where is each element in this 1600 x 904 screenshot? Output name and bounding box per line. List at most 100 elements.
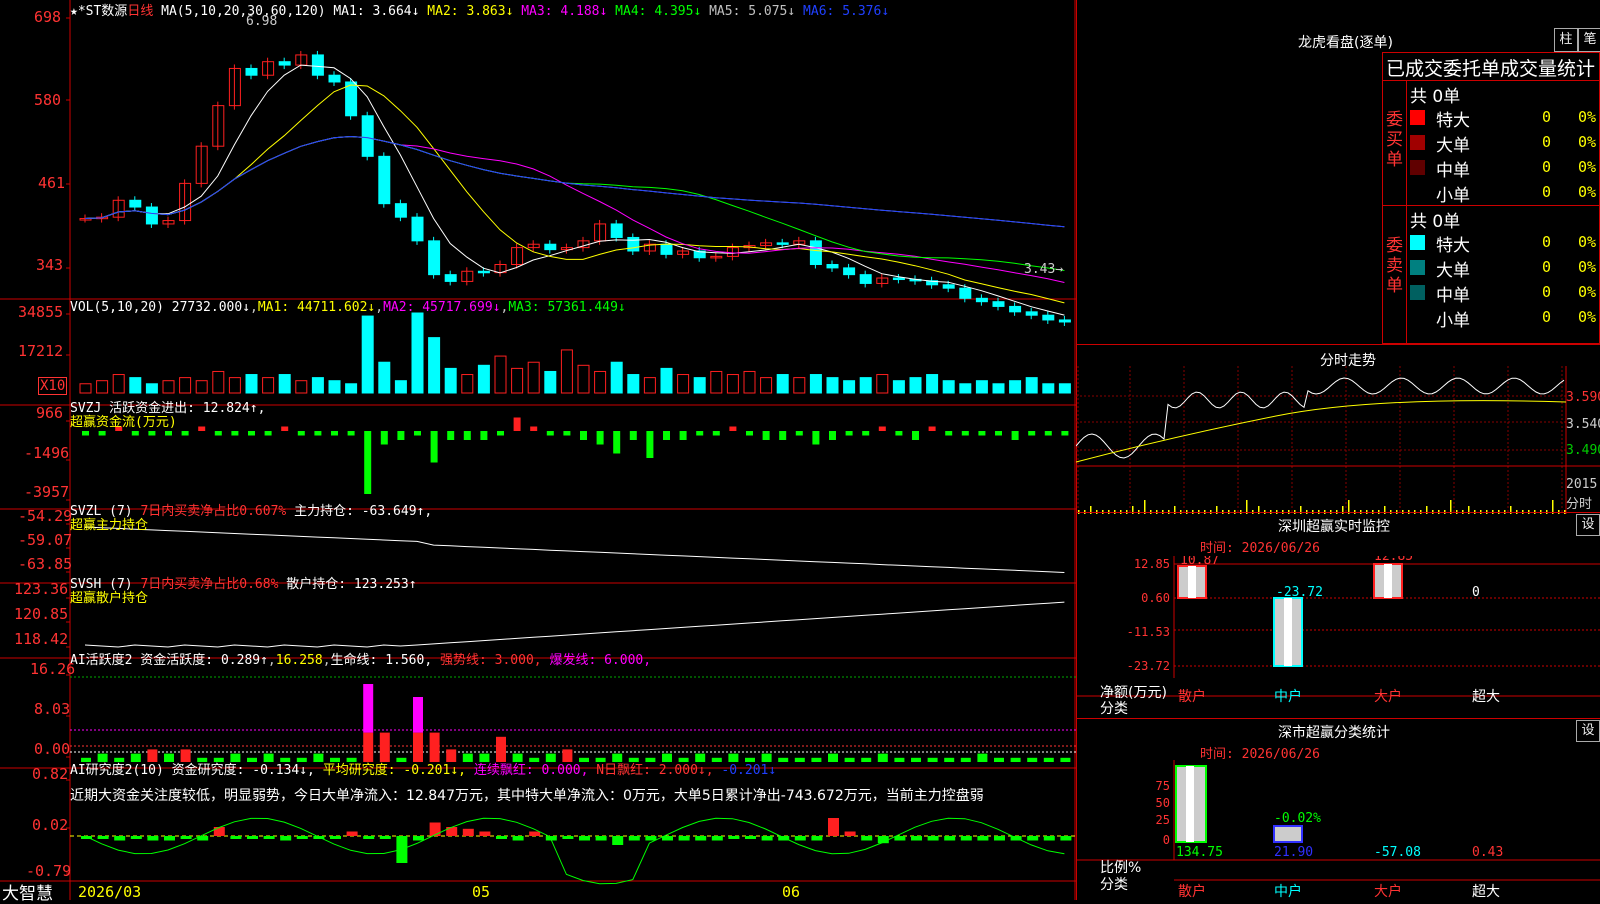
cls-bar-hl [1186, 766, 1194, 842]
activity-bar [413, 732, 423, 762]
volume-bar [743, 370, 756, 394]
candle-body [942, 284, 955, 289]
order-color-swatch [1410, 310, 1425, 325]
research-bar [960, 836, 972, 841]
research-bar [645, 836, 657, 841]
research-bar [579, 836, 590, 841]
svzl-subtitle: 超赢主力持仓 [70, 518, 149, 533]
volume-bar [809, 374, 822, 394]
flow-bar [961, 431, 969, 436]
flow-bar [181, 431, 189, 436]
research-bar [363, 836, 375, 839]
candle-body [660, 243, 673, 255]
volume-bar [843, 380, 856, 394]
cls-axis-label: 0 [1163, 833, 1170, 847]
svzl-axis-label: -63.85 [18, 555, 73, 573]
activity-bar [844, 757, 855, 762]
flow-bar [148, 431, 156, 436]
volume-bar [975, 380, 988, 394]
ma-line [84, 84, 1065, 304]
volume-bar [361, 315, 374, 394]
price-axis-label: 580 [34, 91, 62, 109]
volume-bar [195, 380, 208, 394]
research-line [84, 817, 1065, 885]
research-bar [263, 836, 275, 839]
monitor-settings-button[interactable]: 设 [1576, 514, 1600, 536]
research-bar [512, 836, 524, 841]
ma-label: MA(5,10,20,30,60,120) [161, 4, 326, 19]
intraday-chart[interactable] [1076, 366, 1600, 516]
order-color-swatch [1410, 260, 1425, 275]
flow-bar [314, 431, 322, 436]
flow-bar [928, 426, 936, 431]
svzj-subtitle: 超赢资金流(万元) [70, 415, 177, 430]
candle-body [959, 287, 972, 299]
activity-spike [413, 697, 423, 733]
candle-body [892, 277, 905, 281]
monitor-time: 时间: 2026/06/26 [1200, 541, 1320, 556]
research-bar [1060, 836, 1072, 841]
research-bar [994, 836, 1005, 841]
cls-category-label: 超大 [1472, 884, 1500, 900]
volume-bar [627, 374, 640, 394]
research-bar [479, 831, 491, 836]
volume-bar [394, 380, 407, 394]
volume-bar [926, 374, 939, 394]
volume-bar [594, 370, 607, 394]
research-bar [794, 836, 806, 841]
candle-body [361, 115, 374, 157]
volume-bar [228, 377, 241, 394]
flow-bar [1011, 431, 1019, 440]
candle-body [843, 267, 856, 276]
research-bar [529, 831, 541, 836]
tick-button[interactable]: 笔 [1578, 28, 1600, 52]
research-bar [1027, 836, 1039, 841]
mon-value-label: -23.72 [1276, 585, 1323, 600]
flow-bar [1044, 431, 1052, 436]
column-button[interactable]: 柱 [1554, 28, 1578, 52]
stock-name[interactable]: ★*ST数源 [70, 4, 127, 19]
flow-bar [98, 431, 106, 436]
research-bar [230, 836, 242, 839]
research-bar [761, 836, 773, 841]
high-price-label: 6.98 [246, 14, 278, 29]
research-bar [695, 836, 707, 841]
ai1-axis-label: 8.03 [34, 700, 71, 718]
research-bar [496, 836, 507, 839]
flow-bar [281, 426, 289, 431]
activity-bar [861, 757, 872, 762]
research-bar [711, 836, 723, 841]
candle-body [129, 199, 142, 208]
ai2-axis-label: 0.02 [32, 816, 69, 834]
flow-bar [447, 431, 455, 440]
volume-bar [760, 377, 773, 394]
research-bar [894, 836, 906, 841]
classify-settings-button[interactable]: 设 [1576, 720, 1600, 742]
order-size-label: 中单 [1436, 161, 1470, 181]
ai2-axis-label: -0.79 [26, 862, 72, 880]
research-bar [130, 836, 142, 839]
volume-bar [511, 367, 524, 394]
order-percent-value: 0% [1578, 183, 1597, 201]
cls-category-label: 中户 [1274, 883, 1302, 900]
research-bar [180, 836, 192, 839]
mon-category-label: 中户 [1274, 688, 1302, 705]
activity-bar [1043, 757, 1054, 762]
research-bar [861, 836, 873, 841]
fs-vol-label: 分时 [1566, 497, 1593, 512]
order-size-label: 大单 [1436, 136, 1470, 156]
candle-body [328, 74, 341, 83]
candle-body [345, 81, 358, 117]
research-bar [97, 836, 109, 839]
volume-bar [129, 377, 142, 394]
volume-bar [79, 383, 92, 394]
volume-bar [212, 370, 225, 394]
cls-axis-label: 50 [1156, 796, 1170, 810]
period-label[interactable]: 日线 [127, 4, 153, 19]
volume-bar [776, 374, 789, 394]
flow-bar [364, 431, 372, 494]
activity-bar [911, 757, 921, 762]
research-bar [844, 831, 856, 836]
candle-body [992, 301, 1005, 307]
stats-vline [1406, 80, 1407, 344]
